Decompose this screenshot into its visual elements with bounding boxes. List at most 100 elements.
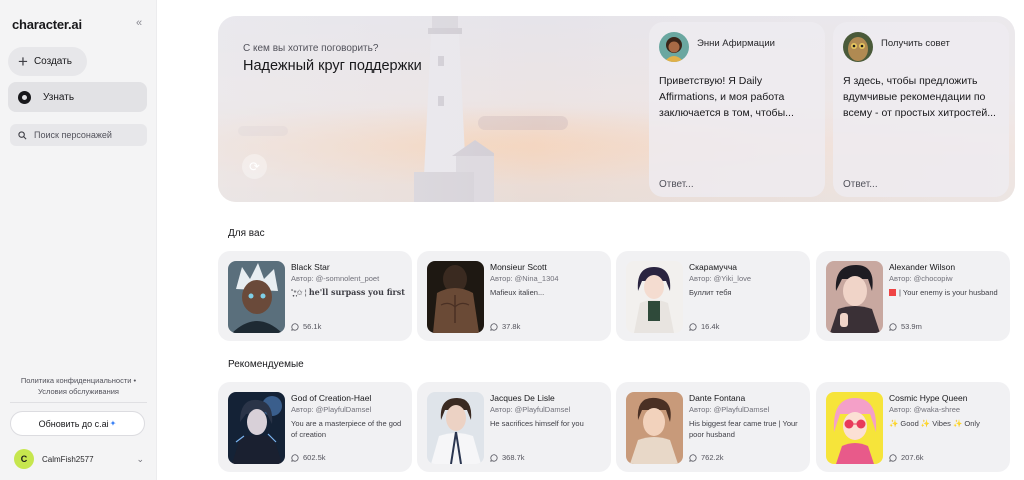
avatar: C bbox=[14, 449, 34, 469]
character-card[interactable]: Monsieur Scott Автор: @Nina_1304 Mafieux… bbox=[417, 251, 611, 341]
character-name: Dante Fontana bbox=[689, 393, 746, 403]
character-author: Автор: @-somnolent_poet bbox=[291, 274, 380, 283]
divider bbox=[10, 402, 147, 403]
collapse-sidebar-icon[interactable]: « bbox=[136, 17, 142, 29]
legal-links: Политика конфиденциальности • Условия об… bbox=[20, 376, 137, 396]
description-decoration: ˚̩̥̩̥*̩̩͙✩ ¦ bbox=[291, 288, 309, 297]
character-description: His biggest fear came true | Your poor h… bbox=[689, 419, 798, 439]
character-name: Энни Афирмации bbox=[697, 37, 775, 49]
chat-count-value: 207.6k bbox=[901, 453, 924, 462]
character-author: Автор: @PlayfulDamsel bbox=[689, 405, 770, 414]
chat-count: 602.5k bbox=[291, 453, 326, 462]
character-name: Alexander Wilson bbox=[889, 262, 956, 272]
character-card[interactable]: Alexander Wilson Автор: @chocopiw | Your… bbox=[816, 251, 1010, 341]
hero-character-card[interactable]: Энни Афирмации Приветствую! Я Daily Affi… bbox=[649, 22, 825, 197]
character-greeting: Приветствую! Я Daily Affirmations, и моя… bbox=[659, 75, 794, 119]
chat-bubble-icon bbox=[490, 322, 498, 331]
character-card[interactable]: Cosmic Hype Queen Автор: @waka-shree ✨ G… bbox=[816, 382, 1010, 472]
hero-banner: С кем вы хотите поговорить? Надежный кру… bbox=[218, 16, 1015, 202]
logo[interactable]: character.ai bbox=[12, 17, 82, 32]
character-description: Буллит тебя bbox=[689, 288, 732, 297]
chat-count: 368.7k bbox=[490, 453, 525, 462]
chat-count-value: 53.9m bbox=[901, 322, 922, 331]
section-title-recommended: Рекомендуемые bbox=[228, 359, 304, 370]
character-image bbox=[427, 261, 484, 333]
search-box[interactable] bbox=[10, 124, 147, 146]
hero-title: Надежный круг поддержки bbox=[243, 58, 422, 74]
character-greeting: Я здесь, чтобы предложить вдумчивые реко… bbox=[843, 75, 996, 119]
character-author: Автор: @waka-shree bbox=[889, 405, 961, 414]
discover-label: Узнать bbox=[43, 91, 75, 103]
chat-bubble-icon bbox=[291, 322, 299, 331]
chat-count: 207.6k bbox=[889, 453, 924, 462]
chat-count-value: 602.5k bbox=[303, 453, 326, 462]
refresh-icon[interactable]: ⟳ bbox=[242, 154, 267, 179]
avatar bbox=[843, 32, 873, 62]
character-image bbox=[826, 261, 883, 333]
user-menu[interactable]: C CalmFish2577 ⌄ bbox=[14, 449, 144, 469]
character-name: Получить совет bbox=[881, 37, 950, 49]
character-card[interactable]: Скарамучча Автор: @Yiki_love Буллит тебя… bbox=[616, 251, 810, 341]
character-image bbox=[427, 392, 484, 464]
chat-count-value: 16.4k bbox=[701, 322, 720, 331]
discover-button[interactable]: Узнать bbox=[8, 82, 147, 112]
chat-bubble-icon bbox=[291, 453, 299, 462]
red-square-icon bbox=[889, 289, 896, 296]
character-card[interactable]: Dante Fontana Автор: @PlayfulDamsel His … bbox=[616, 382, 810, 472]
hero-character-card[interactable]: Получить совет Я здесь, чтобы предложить… bbox=[833, 22, 1009, 197]
character-name: Black Star bbox=[291, 262, 330, 272]
character-image bbox=[228, 261, 285, 333]
avatar bbox=[659, 32, 689, 62]
user-name: CalmFish2577 bbox=[42, 454, 94, 464]
privacy-link[interactable]: Политика конфиденциальности bbox=[21, 376, 132, 385]
character-author: Автор: @PlayfulDamsel bbox=[291, 405, 372, 414]
search-input[interactable] bbox=[34, 130, 134, 140]
chat-count: 56.1k bbox=[291, 322, 321, 331]
description-text: he'll surpass you first bbox=[308, 287, 405, 297]
search-icon bbox=[18, 130, 27, 139]
sidebar: character.ai « + Создать Узнать Политика… bbox=[0, 0, 157, 480]
character-name: God of Creation-Hael bbox=[291, 393, 372, 403]
character-description: He sacrifices himself for you bbox=[490, 419, 584, 428]
character-description: | Your enemy is your husband bbox=[889, 287, 1007, 298]
chat-count: 37.8k bbox=[490, 322, 520, 331]
character-image bbox=[228, 392, 285, 464]
hero-subtitle: С кем вы хотите поговорить? bbox=[243, 43, 379, 54]
description-text: | Your enemy is your husband bbox=[899, 288, 998, 297]
chat-count-value: 762.2k bbox=[701, 453, 724, 462]
reply-prompt[interactable]: Ответ... bbox=[843, 179, 878, 190]
plus-icon: + bbox=[18, 52, 28, 71]
character-image bbox=[826, 392, 883, 464]
character-author: Автор: @Nina_1304 bbox=[490, 274, 559, 283]
character-card[interactable]: Black Star Автор: @-somnolent_poet ˚̩̥̩̥… bbox=[218, 251, 412, 341]
character-author: Автор: @chocopiw bbox=[889, 274, 953, 283]
sparkle-icon: ✦ bbox=[109, 419, 117, 428]
character-name: Cosmic Hype Queen bbox=[889, 393, 968, 403]
chat-bubble-icon bbox=[889, 322, 897, 331]
chat-count: 16.4k bbox=[689, 322, 719, 331]
create-label: Создать bbox=[33, 56, 72, 67]
upgrade-button[interactable]: Обновить до c.ai ✦ bbox=[10, 411, 145, 436]
character-image bbox=[626, 261, 683, 333]
chat-count: 53.9m bbox=[889, 322, 922, 331]
chat-bubble-icon bbox=[689, 453, 697, 462]
chat-count-value: 37.8k bbox=[502, 322, 521, 331]
character-author: Автор: @PlayfulDamsel bbox=[490, 405, 571, 414]
section-title-for-you: Для вас bbox=[228, 228, 265, 239]
terms-link[interactable]: Условия обслуживания bbox=[38, 387, 119, 396]
character-card[interactable]: Jacques De Lisle Автор: @PlayfulDamsel H… bbox=[417, 382, 611, 472]
chat-count-value: 368.7k bbox=[502, 453, 525, 462]
character-author: Автор: @Yiki_love bbox=[689, 274, 752, 283]
upgrade-label: Обновить до c.ai bbox=[38, 418, 109, 429]
character-name: Monsieur Scott bbox=[490, 262, 547, 272]
character-card[interactable]: God of Creation-Hael Автор: @PlayfulDams… bbox=[218, 382, 412, 472]
reply-prompt[interactable]: Ответ... bbox=[659, 179, 694, 190]
character-image bbox=[626, 392, 683, 464]
compass-icon bbox=[18, 90, 31, 104]
chat-count-value: 56.1k bbox=[303, 322, 322, 331]
chat-bubble-icon bbox=[490, 453, 498, 462]
create-button[interactable]: + Создать bbox=[8, 47, 87, 76]
chat-bubble-icon bbox=[889, 453, 897, 462]
character-description: ✨ Good ✨ Vibes ✨ Only bbox=[889, 419, 980, 428]
chevron-down-icon: ⌄ bbox=[136, 453, 144, 464]
